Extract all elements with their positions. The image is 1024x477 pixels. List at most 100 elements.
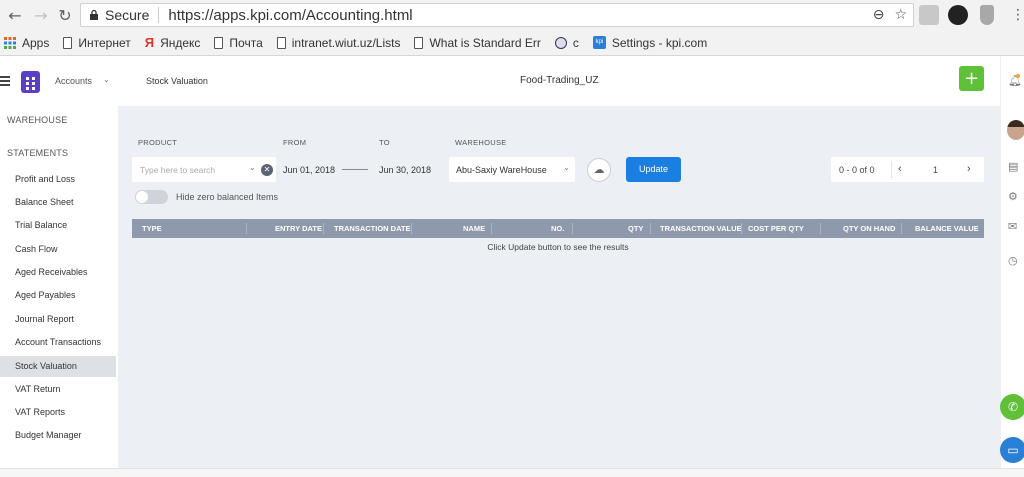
hamburger-menu-icon[interactable]: [0, 76, 10, 88]
sidebar-item-vat-return[interactable]: VAT Return: [0, 379, 116, 400]
warehouse-select[interactable]: Abu-Saxiy WareHouse ⌄: [449, 157, 575, 182]
sidebar-item-trial-balance[interactable]: Trial Balance: [0, 215, 116, 236]
warehouse-label: WAREHOUSE: [455, 138, 507, 147]
sidebar-item-budget-manager[interactable]: Budget Manager: [0, 425, 116, 446]
bookmark-label: с: [572, 35, 579, 50]
empty-state-message: Click Update button to see the results: [487, 242, 629, 252]
app-header: Accounts ⌄ Stock Valuation Food-Trading_…: [0, 56, 1000, 106]
col-qty-on-hand[interactable]: QTY ON HAND: [839, 219, 899, 238]
col-balance-value[interactable]: BALANCE VALUE: [911, 219, 983, 238]
sidebar-item-account-transactions[interactable]: Account Transactions: [0, 332, 116, 353]
page-icon: [414, 36, 424, 49]
divider: [158, 7, 160, 23]
url-text[interactable]: https://apps.kpi.com/Accounting.html: [168, 7, 412, 24]
table-header: TYPE ENTRY DATE TRANSACTION DATE NAME NO…: [132, 219, 984, 238]
col-type[interactable]: TYPE: [138, 219, 166, 238]
apps-grid-icon: [4, 36, 16, 49]
layout-icon[interactable]: ▤: [1008, 160, 1018, 173]
sidebar-item-vat-reports[interactable]: VAT Reports: [0, 402, 116, 423]
sidebar-item-stock-valuation[interactable]: Stock Valuation: [0, 356, 116, 377]
cloud-download-icon[interactable]: ☁: [587, 158, 611, 182]
chevron-down-icon[interactable]: ⌄: [103, 75, 110, 84]
sidebar-item-cash-flow[interactable]: Cash Flow: [0, 239, 116, 260]
site-icon: [554, 36, 567, 49]
to-label: TO: [379, 138, 390, 147]
sidebar-item-aged-payables[interactable]: Aged Payables: [0, 285, 116, 306]
page-icon: [214, 36, 224, 49]
extension-camera-icon[interactable]: [948, 5, 968, 25]
bookmark-label: Apps: [22, 35, 50, 50]
notification-dot: [1016, 74, 1020, 78]
product-search-input[interactable]: Type here to search ⌄: [132, 157, 276, 182]
avatar[interactable]: [1007, 120, 1024, 140]
bookmark-label: Яндекс: [160, 35, 201, 50]
date-range-divider: [342, 169, 368, 170]
pagination: 0 - 0 of 0 ‹ 1 ›: [831, 157, 984, 182]
sidebar-item-aged-receivables[interactable]: Aged Receivables: [0, 262, 116, 283]
from-date-value: Jun 01, 2018: [283, 164, 336, 175]
clock-icon[interactable]: ◷: [1008, 254, 1018, 267]
add-button[interactable]: +: [959, 66, 984, 91]
sidebar: WAREHOUSE STATEMENTS Profit and Loss Bal…: [0, 106, 118, 477]
col-cost-per-qty[interactable]: COST PER QTY: [744, 219, 808, 238]
phone-icon[interactable]: ✆: [1000, 394, 1024, 420]
bookmark-c[interactable]: с: [554, 35, 579, 50]
zoom-icon[interactable]: ⊖: [873, 7, 885, 23]
col-no[interactable]: NO.: [547, 219, 568, 238]
page-icon: [276, 36, 286, 49]
col-transaction-value[interactable]: TRANSACTION VALUE: [656, 219, 746, 238]
bookmark-pochta[interactable]: Почта: [214, 35, 263, 50]
col-transaction-date[interactable]: TRANSACTION DATE: [330, 219, 415, 238]
star-icon[interactable]: ☆: [894, 7, 907, 23]
main-panel: PRODUCT FROM TO WAREHOUSE Type here to s…: [118, 106, 1000, 468]
col-name[interactable]: NAME: [459, 219, 489, 238]
chevron-down-icon[interactable]: ⌄: [249, 163, 256, 172]
sidebar-item-balance-sheet[interactable]: Balance Sheet: [0, 192, 116, 213]
page-number-input[interactable]: 1: [933, 165, 938, 175]
next-page-button[interactable]: ›: [967, 163, 971, 175]
bookmark-settings-kpi[interactable]: kpi Settings - kpi.com: [592, 35, 708, 50]
hide-zero-label: Hide zero balanced Items: [176, 192, 279, 202]
lock-icon: [90, 10, 98, 20]
bookmark-yandex[interactable]: Я Яндекс: [145, 35, 201, 50]
chat-icon[interactable]: ▭: [1000, 437, 1024, 463]
page-title: Stock Valuation: [146, 76, 208, 86]
clear-icon[interactable]: ✕: [261, 164, 273, 176]
product-label: PRODUCT: [138, 138, 178, 147]
back-arrow-icon[interactable]: ←: [2, 2, 28, 28]
bookmark-apps[interactable]: Apps: [4, 36, 49, 50]
bookmark-label: Settings - kpi.com: [611, 35, 708, 50]
module-selector[interactable]: Accounts: [55, 76, 92, 86]
kpi-icon: kpi: [592, 36, 606, 49]
address-bar[interactable]: Secure https://apps.kpi.com/Accounting.h…: [80, 3, 914, 27]
bookmark-label: Почта: [229, 35, 263, 50]
bookmark-standard-error[interactable]: What is Standard Err: [414, 36, 541, 50]
sidebar-group-statements: STATEMENTS: [7, 148, 69, 158]
yandex-icon: Я: [144, 35, 155, 50]
shield-icon[interactable]: [980, 5, 994, 25]
gear-icon[interactable]: ⚙: [1008, 190, 1018, 203]
to-date-input[interactable]: Jun 30, 2018: [373, 157, 445, 182]
kpi-logo[interactable]: [21, 71, 40, 93]
extension-icon[interactable]: [919, 5, 939, 25]
forward-arrow-icon[interactable]: →: [28, 2, 54, 28]
browser-toolbar: ← → ↻ Secure https://apps.kpi.com/Accoun…: [0, 0, 1024, 30]
warehouse-value: Abu-Saxiy WareHouse: [456, 164, 547, 175]
bottom-bar: [0, 468, 1024, 477]
bookmark-intranet[interactable]: intranet.wiut.uz/Lists: [276, 36, 400, 50]
company-name[interactable]: Food-Trading_UZ: [520, 75, 599, 86]
sidebar-item-journal-report[interactable]: Journal Report: [0, 309, 116, 330]
update-button[interactable]: Update: [626, 157, 681, 182]
bookmark-label: Интернет: [78, 35, 131, 50]
col-entry-date[interactable]: ENTRY DATE: [271, 219, 326, 238]
hide-zero-toggle[interactable]: [135, 190, 168, 204]
sidebar-item-profit-and-loss[interactable]: Profit and Loss: [0, 169, 116, 190]
sidebar-item-warehouse[interactable]: WAREHOUSE: [7, 115, 67, 125]
app-window: ← → ↻ Secure https://apps.kpi.com/Accoun…: [0, 0, 1024, 477]
col-qty[interactable]: QTY: [624, 219, 647, 238]
reload-icon[interactable]: ↻: [52, 2, 78, 28]
browser-menu-icon[interactable]: ⋮: [1011, 7, 1024, 23]
prev-page-button[interactable]: ‹: [898, 163, 902, 175]
mail-icon[interactable]: ✉: [1008, 220, 1017, 233]
bookmark-internet[interactable]: Интернет: [63, 35, 131, 50]
